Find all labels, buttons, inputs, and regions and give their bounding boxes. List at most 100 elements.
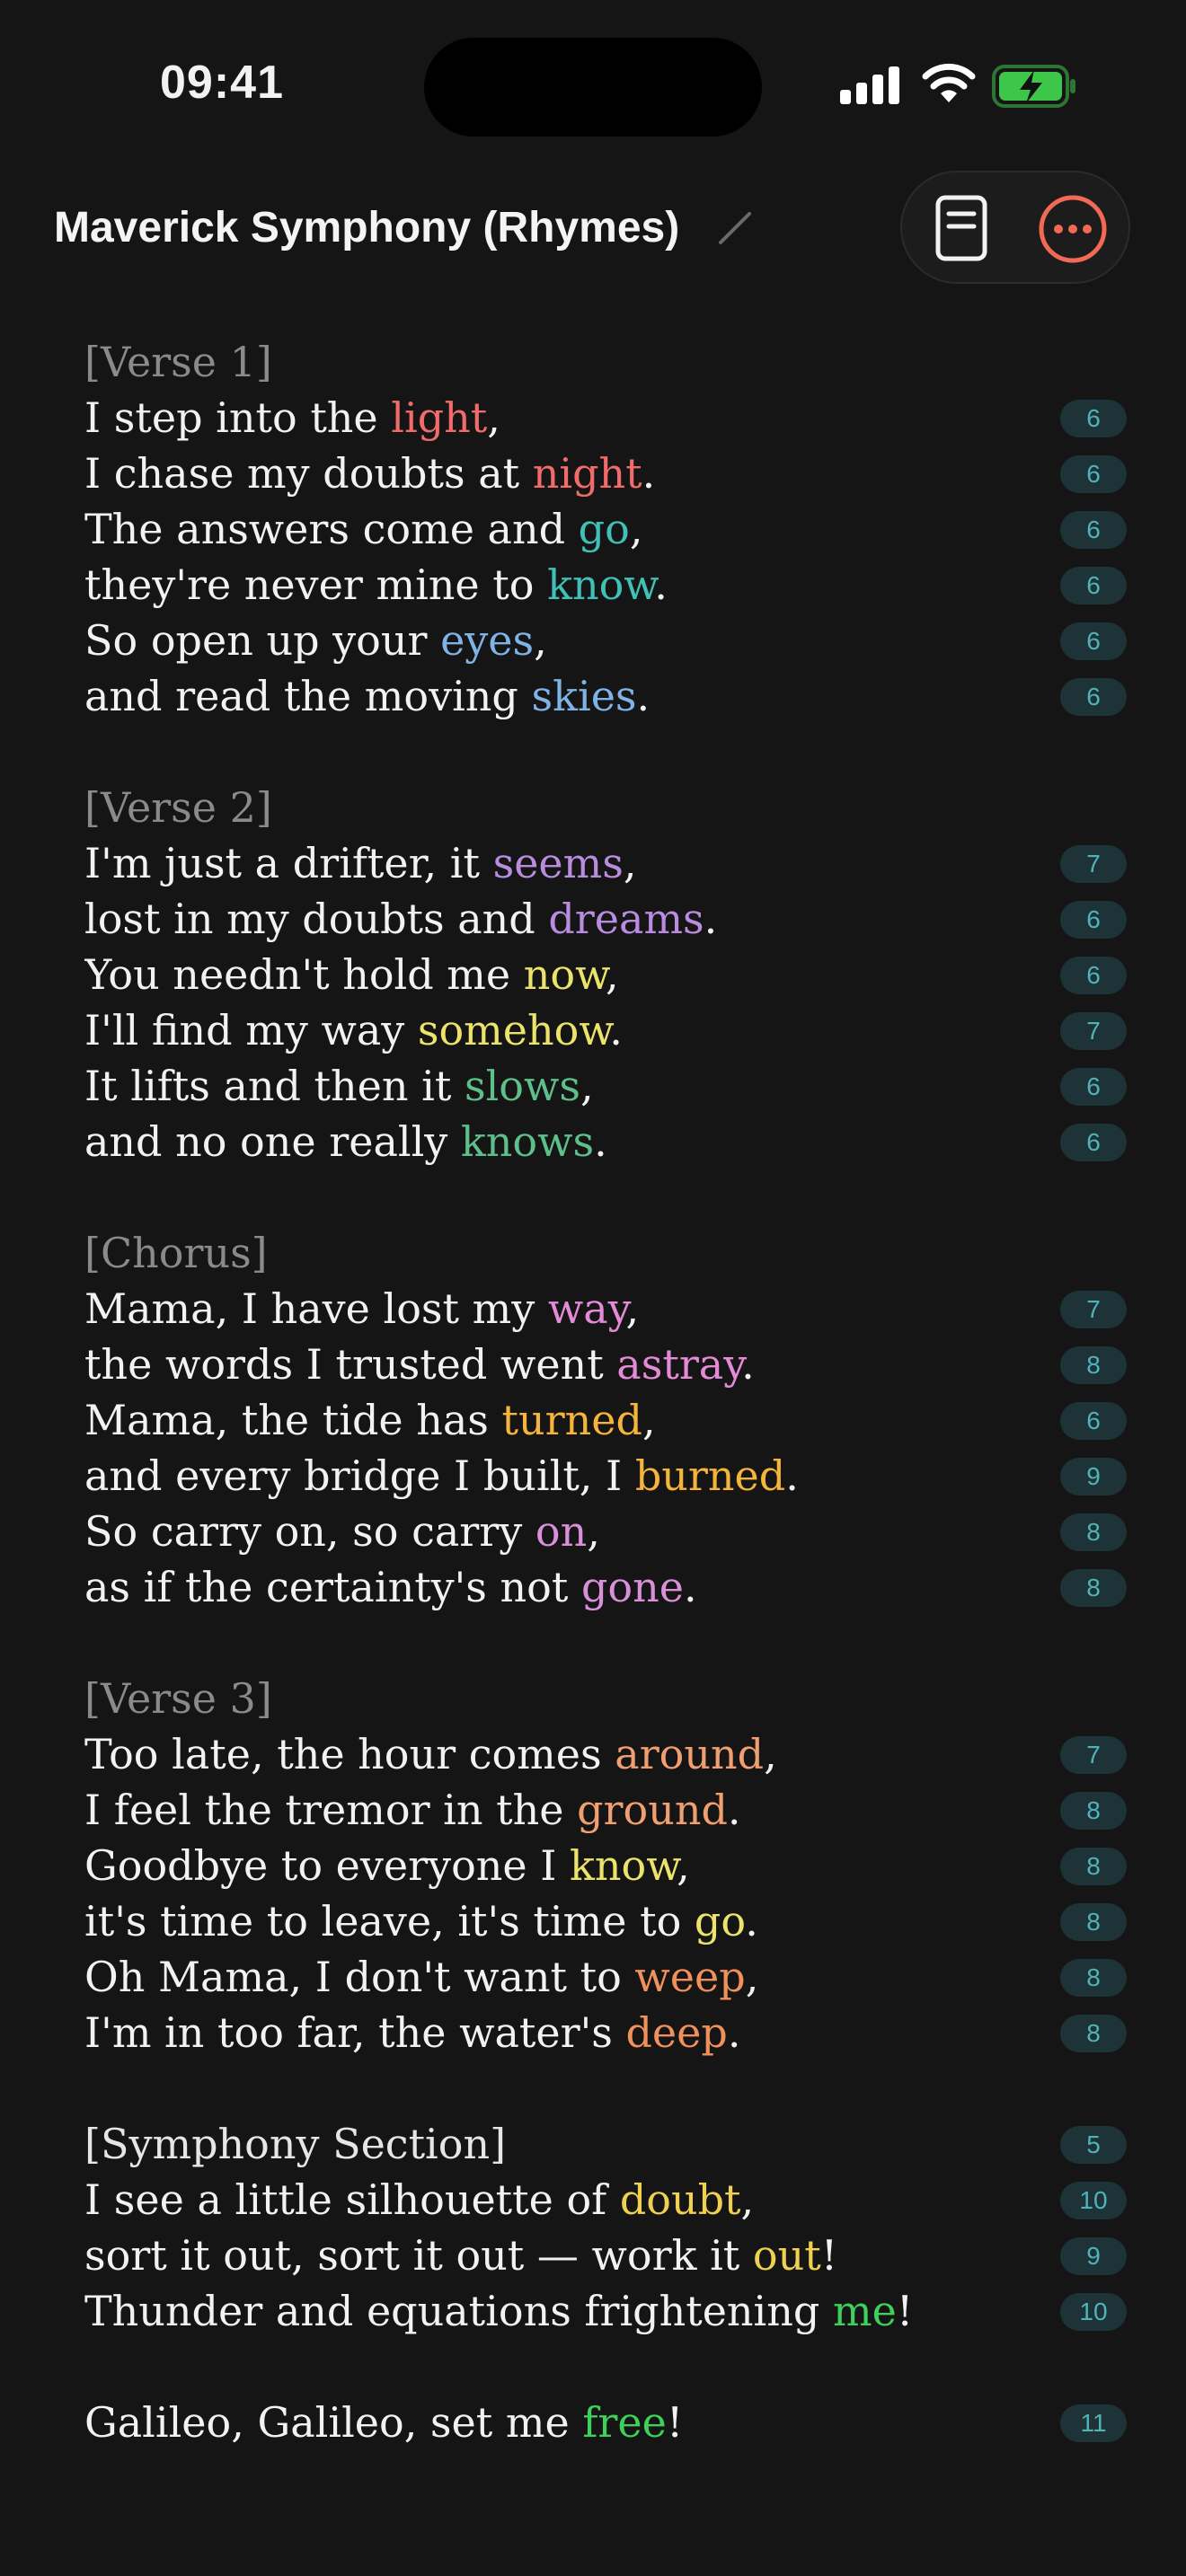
lyric-punctuation: ! xyxy=(820,2231,838,2280)
rhyme-word: turned xyxy=(501,1396,642,1444)
lyric-line[interactable]: Mama, the tide has turned, 6 xyxy=(84,1392,1127,1448)
rhyme-word: somehow xyxy=(417,1006,610,1054)
rhyme-word: night xyxy=(532,449,642,498)
lyric-text: lost in my doubts and xyxy=(84,895,549,943)
rhyme-word: around xyxy=(615,1730,765,1778)
section-header-text: [Verse 2] xyxy=(84,783,272,832)
syllable-count-badge: 7 xyxy=(1060,1736,1127,1774)
lyric-text: Oh Mama, I don't want to xyxy=(84,1953,635,2001)
pencil-icon[interactable] xyxy=(715,208,755,248)
lyric-text: So carry on, so carry xyxy=(84,1507,535,1556)
lyric-text: I'm in too far, the water's xyxy=(84,2008,626,2057)
lyric-text: and read the moving xyxy=(84,672,532,720)
app-header: Maverick Symphony (Rhymes) xyxy=(0,171,1186,287)
section-header[interactable]: [Verse 1] xyxy=(84,334,1127,390)
rhyme-word: seems xyxy=(492,839,624,887)
lyric-line[interactable]: I see a little silhouette of doubt, 10 xyxy=(84,2172,1127,2228)
lyric-punctuation: , xyxy=(629,505,643,553)
lyric-line[interactable]: I feel the tremor in the ground. 8 xyxy=(84,1782,1127,1838)
syllable-count-badge: 6 xyxy=(1060,400,1127,437)
lyric-text: it's time to leave, it's time to xyxy=(84,1897,695,1945)
rhyme-word: eyes xyxy=(440,616,535,665)
lyric-line[interactable]: You needn't hold me now, 6 xyxy=(84,947,1127,1002)
lyric-line[interactable]: Goodbye to everyone I know, 8 xyxy=(84,1838,1127,1893)
lyric-line[interactable]: It lifts and then it slows, 6 xyxy=(84,1058,1127,1114)
rhyme-word: doubt xyxy=(619,2175,741,2224)
syllable-count-badge: 6 xyxy=(1060,1402,1127,1440)
lyric-line[interactable]: sort it out, sort it out — work it out! 9 xyxy=(84,2228,1127,2283)
lyric-text: The answers come and xyxy=(84,505,579,553)
rhyme-word: go xyxy=(578,505,630,553)
lyric-punctuation: . xyxy=(683,1563,697,1611)
status-time: 09:41 xyxy=(160,57,284,109)
lyric-line[interactable]: I'll find my way somehow. 7 xyxy=(84,1002,1127,1058)
status-bar: 09:41 xyxy=(0,0,1186,171)
section-header[interactable]: [Symphony Section] 5 xyxy=(84,2116,1127,2172)
rhyme-word: knows xyxy=(460,1117,595,1166)
lyric-line[interactable]: I step into the light, 6 xyxy=(84,390,1127,446)
song-title[interactable]: Maverick Symphony (Rhymes) xyxy=(54,203,679,252)
section-header[interactable]: [Verse 3] xyxy=(84,1671,1127,1726)
lyric-line[interactable]: and every bridge I built, I burned. 9 xyxy=(84,1448,1127,1504)
lyric-line[interactable]: Thunder and equations frightening me! 10 xyxy=(84,2283,1127,2395)
lyrics-editor[interactable]: [Verse 1] I step into the light, 6 I chase … xyxy=(84,334,1127,2484)
syllable-count-badge: 8 xyxy=(1060,1792,1127,1830)
rhyme-word: me xyxy=(832,2287,897,2335)
lyric-punctuation: , xyxy=(580,1062,594,1110)
rhyme-word: know xyxy=(570,1841,677,1890)
lyric-punctuation: . xyxy=(741,1340,755,1389)
lyric-text: I chase my doubts at xyxy=(84,449,533,498)
lyric-line[interactable]: they're never mine to know. 6 xyxy=(84,557,1127,613)
lyric-line[interactable]: as if the certainty's not gone. 8 xyxy=(84,1559,1127,1615)
cellular-signal-icon xyxy=(840,66,899,104)
lyric-text: the words I trusted went xyxy=(84,1340,617,1389)
lyric-line[interactable]: So carry on, so carry on, 8 xyxy=(84,1504,1127,1559)
rhyme-word: dreams xyxy=(548,895,704,943)
rhyme-word: deep xyxy=(625,2008,728,2057)
lyric-text: Mama, the tide has xyxy=(84,1396,502,1444)
lyric-text: I'll find my way xyxy=(84,1006,418,1054)
lyric-line[interactable]: Too late, the hour comes around, 7 xyxy=(84,1726,1127,1782)
syllable-count-badge: 8 xyxy=(1060,1569,1127,1607)
syllable-count-badge: 7 xyxy=(1060,1291,1127,1328)
section-header[interactable]: [Verse 2] xyxy=(84,780,1127,835)
battery-charging-icon xyxy=(992,65,1075,108)
lyric-text: I feel the tremor in the xyxy=(84,1786,578,1834)
syllable-count-badge: 6 xyxy=(1060,622,1127,660)
lyric-line[interactable]: and no one really knows. 6 xyxy=(84,1114,1127,1169)
syllable-count-badge: 6 xyxy=(1060,901,1127,939)
syllable-count-badge: 8 xyxy=(1060,1959,1127,1997)
syllable-count-badge: 6 xyxy=(1060,567,1127,604)
lyric-line[interactable]: and read the moving skies. 6 xyxy=(84,668,1127,724)
lyric-punctuation: , xyxy=(745,1953,759,2001)
lyric-line[interactable]: Galileo, Galileo, set me free! 11 xyxy=(84,2395,1127,2450)
section-header[interactable]: [Chorus] xyxy=(84,1225,1127,1281)
section-header-text: [Verse 1] xyxy=(84,338,272,386)
syllable-count-badge: 8 xyxy=(1060,2015,1127,2052)
rhyme-word: go xyxy=(694,1897,746,1945)
rhyme-word: now xyxy=(523,950,606,999)
rhyme-word: gone xyxy=(580,1563,684,1611)
lyric-line[interactable]: I'm in too far, the water's deep. 8 xyxy=(84,2005,1127,2060)
more-icon[interactable] xyxy=(1037,193,1109,265)
lyric-line[interactable]: So open up your eyes, 6 xyxy=(84,613,1127,668)
stanza-gap xyxy=(84,1615,1127,1671)
document-icon[interactable] xyxy=(925,192,997,264)
syllable-count-badge: 8 xyxy=(1060,1848,1127,1885)
syllable-count-badge: 6 xyxy=(1060,957,1127,994)
lyric-line[interactable]: the words I trusted went astray. 8 xyxy=(84,1337,1127,1392)
lyric-line[interactable]: The answers come and go, 6 xyxy=(84,501,1127,557)
lyric-punctuation: . xyxy=(636,672,651,720)
lyric-punctuation: . xyxy=(785,1451,799,1500)
lyric-line[interactable]: Mama, I have lost my way, 7 xyxy=(84,1281,1127,1337)
lyric-text: sort it out, sort it out — work it xyxy=(84,2231,753,2280)
lyric-punctuation: , xyxy=(487,393,500,442)
lyric-line[interactable]: it's time to leave, it's time to go. 8 xyxy=(84,1893,1127,1949)
lyric-line[interactable]: I'm just a drifter, it seems, 7 xyxy=(84,835,1127,891)
lyric-punctuation: , xyxy=(534,616,547,665)
lyric-line[interactable]: lost in my doubts and dreams. 6 xyxy=(84,891,1127,947)
syllable-count-badge: 10 xyxy=(1060,2182,1127,2219)
lyric-text: and no one really xyxy=(84,1117,461,1166)
lyric-line[interactable]: Oh Mama, I don't want to weep, 8 xyxy=(84,1949,1127,2005)
lyric-line[interactable]: I chase my doubts at night. 6 xyxy=(84,446,1127,501)
